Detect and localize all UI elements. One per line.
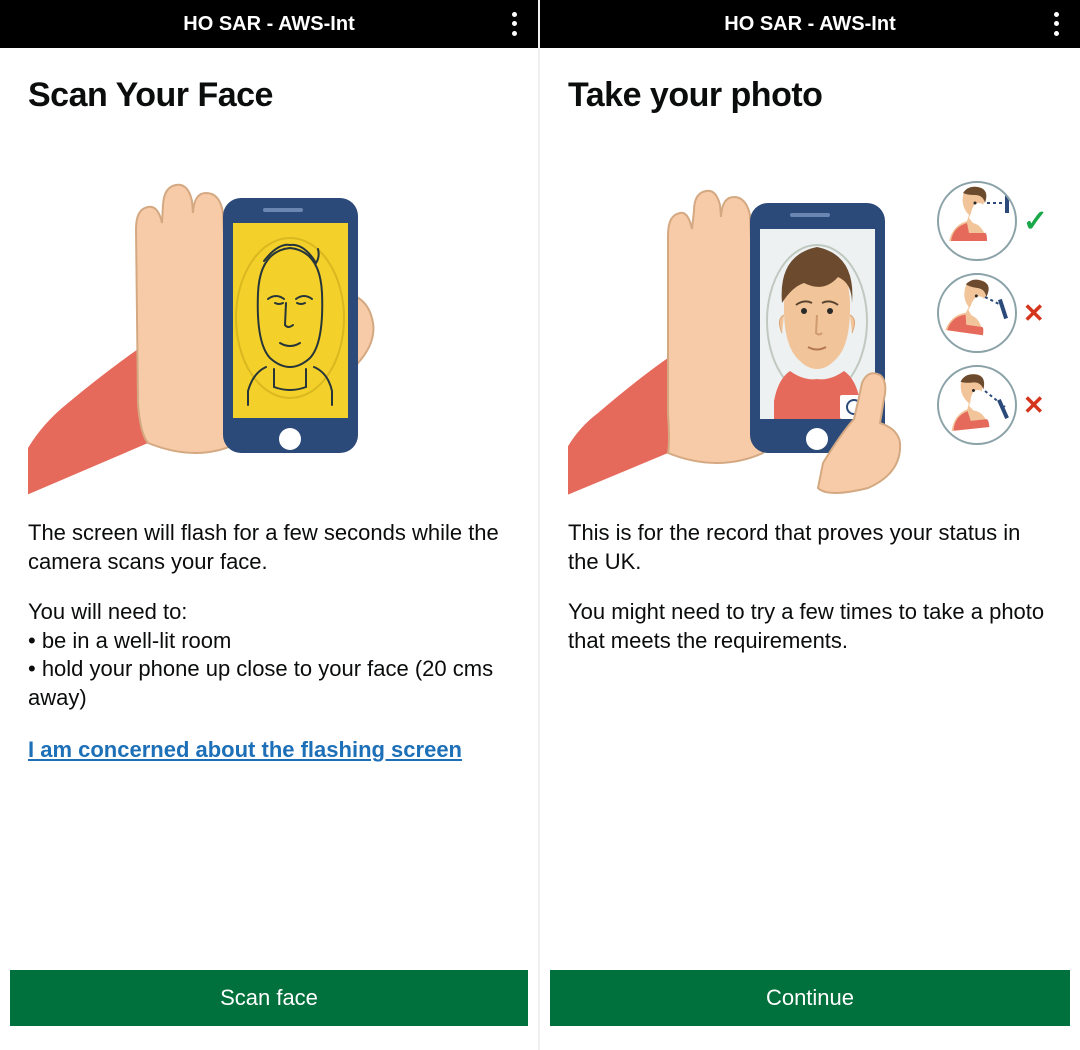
scan-face-button[interactable]: Scan face (10, 970, 528, 1026)
needs-lead: You will need to: (28, 599, 187, 624)
paragraph: You might need to try a few times to tak… (568, 598, 1052, 655)
tip-circle-tilt (937, 273, 1017, 353)
tip-wrong-tiltup: ✕ (937, 365, 1048, 445)
checkmark-icon: ✓ (1023, 204, 1048, 239)
app-bar-title: HO SAR - AWS-Int (183, 13, 354, 36)
page-title: Take your photo (568, 76, 1052, 115)
cross-icon: ✕ (1023, 390, 1045, 421)
tip-circle-tiltup (937, 365, 1017, 445)
flashing-concern-link[interactable]: I am concerned about the flashing screen (28, 737, 462, 762)
illustration-scan-face (28, 143, 512, 503)
tip-wrong-tiltdown: ✕ (937, 273, 1048, 353)
illustration-take-photo: ✓ ✕ (568, 143, 1052, 503)
page-title: Scan Your Face (28, 76, 510, 115)
cross-icon: ✕ (1023, 298, 1045, 329)
bullet-item: • be in a well-lit room (28, 627, 510, 656)
pose-tips: ✓ ✕ (937, 181, 1048, 445)
app-bar: HO SAR - AWS-Int (0, 0, 538, 48)
paragraph: This is for the record that proves your … (568, 519, 1052, 576)
content-area: Take your photo (540, 48, 1080, 1050)
body-text: The screen will flash for a few seconds … (28, 519, 510, 713)
paragraph: The screen will flash for a few seconds … (28, 519, 510, 576)
body-text: This is for the record that proves your … (568, 519, 1052, 655)
continue-button[interactable]: Continue (550, 970, 1070, 1026)
content-area: Scan Your Face (0, 48, 538, 1050)
tip-circle-straight (937, 181, 1017, 261)
app-bar: HO SAR - AWS-Int (540, 0, 1080, 48)
bullet-item: • hold your phone up close to your face … (28, 655, 510, 712)
tip-correct: ✓ (937, 181, 1048, 261)
screen-take-photo: HO SAR - AWS-Int Take your photo (540, 0, 1080, 1050)
screen-scan-face: HO SAR - AWS-Int Scan Your Face (0, 0, 540, 1050)
kebab-menu-icon[interactable] (502, 10, 526, 38)
app-bar-title: HO SAR - AWS-Int (724, 13, 895, 36)
kebab-menu-icon[interactable] (1044, 10, 1068, 38)
